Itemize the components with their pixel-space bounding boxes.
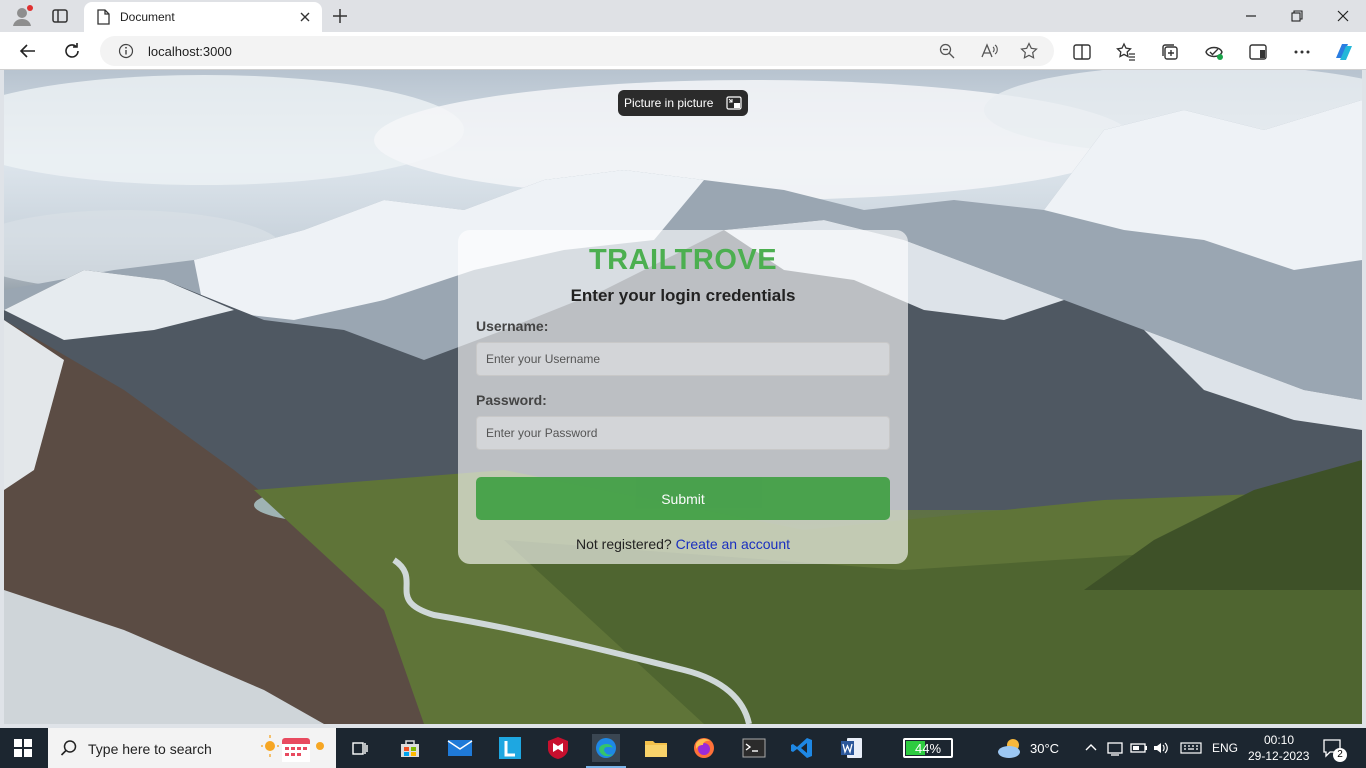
zoom-out-icon[interactable] [938, 42, 956, 60]
copilot-icon[interactable] [1332, 40, 1352, 60]
register-prompt-row: Not registered? Create an account [458, 536, 908, 552]
back-icon[interactable] [17, 40, 39, 62]
pip-label: Picture in picture [624, 96, 714, 110]
network-icon[interactable] [1106, 740, 1124, 761]
close-window-icon[interactable] [1320, 0, 1366, 32]
notification-badge: 2 [1333, 748, 1347, 762]
address-bar: localhost:3000 [0, 32, 1366, 70]
tab-title: Document [120, 10, 175, 24]
password-label: Password: [476, 392, 547, 408]
refresh-icon[interactable] [61, 40, 83, 62]
more-options-icon[interactable] [1292, 42, 1312, 62]
battery-small-icon[interactable] [1130, 740, 1148, 761]
tab-actions-icon[interactable] [50, 6, 70, 26]
username-input[interactable] [476, 342, 890, 376]
login-subtitle: Enter your login credentials [570, 286, 796, 305]
firefox-icon[interactable] [690, 734, 718, 762]
weather-cloud-icon[interactable] [996, 736, 1024, 765]
picture-in-picture-icon [726, 95, 742, 116]
taskbar: Type here to search 44% 30°C ENG 00:10 2… [0, 728, 1366, 768]
file-explorer-icon[interactable] [642, 734, 670, 762]
read-aloud-icon[interactable] [980, 42, 998, 60]
vscode-icon[interactable] [788, 734, 816, 762]
new-tab-icon[interactable] [330, 6, 350, 26]
task-view-icon[interactable] [346, 734, 374, 762]
picture-in-picture-button[interactable]: Picture in picture [618, 90, 748, 116]
page-viewport: Picture in picture TRAILTROVE Enter your… [4, 70, 1362, 724]
split-screen-icon[interactable] [1072, 42, 1092, 62]
microsoft-store-icon[interactable] [396, 734, 424, 762]
app-l-icon[interactable] [496, 734, 524, 762]
clock-time[interactable]: 00:10 [1264, 733, 1294, 747]
profile-icon[interactable] [10, 4, 34, 28]
battery-percent: 44% [914, 741, 942, 756]
terminal-icon[interactable] [740, 734, 768, 762]
close-tab-icon[interactable] [296, 8, 314, 26]
weather-temp[interactable]: 30°C [1030, 741, 1059, 756]
sidebar-icon[interactable] [1248, 42, 1268, 62]
keyboard-icon[interactable] [1180, 740, 1202, 761]
password-input[interactable] [476, 416, 890, 450]
clock-date[interactable]: 29-12-2023 [1248, 749, 1309, 763]
windows-start-icon[interactable] [14, 739, 32, 762]
chevron-up-icon[interactable] [1084, 740, 1098, 759]
word-icon[interactable] [838, 734, 866, 762]
language-indicator[interactable]: ENG [1212, 741, 1238, 755]
browser-essentials-icon[interactable] [1204, 42, 1224, 62]
volume-icon[interactable] [1152, 740, 1170, 761]
document-icon [96, 9, 110, 30]
taskbar-search[interactable]: Type here to search [48, 728, 336, 768]
submit-button[interactable]: Submit [476, 477, 890, 520]
brand-title: TRAILTROVE [588, 244, 778, 276]
collections-icon[interactable] [1160, 42, 1180, 62]
search-placeholder: Type here to search [88, 741, 212, 757]
favorite-star-icon[interactable] [1020, 42, 1038, 60]
search-icon [60, 739, 78, 762]
url-field[interactable]: localhost:3000 [100, 36, 1054, 66]
edge-browser-icon[interactable] [592, 734, 620, 762]
url-text: localhost:3000 [148, 44, 232, 59]
minimize-icon[interactable] [1228, 0, 1274, 32]
mail-icon[interactable] [446, 734, 474, 762]
tab-document[interactable]: Document [84, 2, 322, 32]
restore-icon[interactable] [1274, 0, 1320, 32]
battery-indicator[interactable]: 44% [903, 738, 953, 758]
tab-bar: Document [0, 0, 1366, 32]
username-label: Username: [476, 318, 549, 334]
register-prompt: Not registered? [575, 536, 672, 552]
create-account-link[interactable]: Create an account [676, 536, 790, 552]
mcafee-icon[interactable] [544, 734, 572, 762]
calendar-highlight-icon [260, 732, 330, 768]
favorites-icon[interactable] [1116, 42, 1136, 62]
login-card: TRAILTROVE Enter your login credentials … [458, 230, 908, 564]
site-info-icon[interactable] [118, 43, 134, 64]
